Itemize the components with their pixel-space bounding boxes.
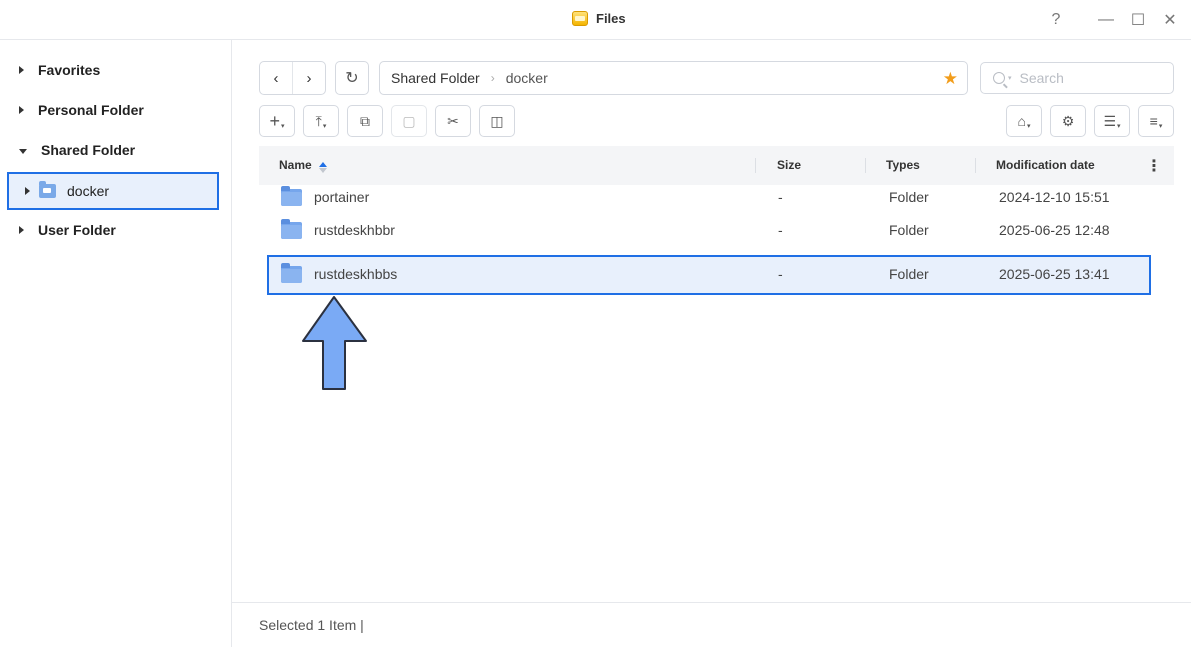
- status-text: Selected 1 Item |: [259, 617, 364, 633]
- row-size: -: [778, 222, 783, 238]
- search-icon: [993, 72, 1005, 84]
- more-actions-button[interactable]: ◫: [479, 105, 515, 137]
- column-header-types[interactable]: Types: [886, 158, 920, 172]
- chevron-down-icon[interactable]: ▾: [1008, 74, 1012, 82]
- caret-right-icon[interactable]: [19, 226, 24, 234]
- list-view-icon: ☰: [1103, 112, 1117, 129]
- back-button[interactable]: ‹: [260, 62, 293, 94]
- row-modified: 2025-06-25 12:48: [999, 222, 1110, 238]
- status-bar: Selected 1 Item |: [232, 602, 1191, 647]
- column-options-icon[interactable]: ⋮: [1146, 156, 1162, 176]
- tools-button[interactable]: ⌂ ▾: [1006, 105, 1042, 137]
- scissors-icon: ✂: [447, 112, 459, 129]
- row-name: portainer: [314, 189, 370, 205]
- breadcrumb[interactable]: Shared Folder › docker ★: [379, 61, 968, 95]
- chevron-down-icon: ▾: [322, 123, 327, 130]
- up-arrow-icon: [302, 296, 367, 390]
- sidebar-item-label: docker: [67, 183, 110, 199]
- row-modified: 2024-12-10 15:51: [999, 189, 1110, 205]
- row-type: Folder: [889, 266, 929, 282]
- row-type: Folder: [889, 189, 929, 205]
- sidebar-item-label: User Folder: [38, 222, 116, 238]
- search-input[interactable]: ▾ Search: [980, 62, 1174, 94]
- window-title: Files: [596, 11, 626, 26]
- copy-button[interactable]: ⧉: [347, 105, 383, 137]
- sidebar: Favorites Personal Folder Shared Folder …: [0, 40, 232, 647]
- search-placeholder: Search: [1019, 70, 1064, 86]
- row-modified: 2025-06-25 13:41: [999, 266, 1110, 282]
- caret-right-icon[interactable]: [25, 187, 30, 195]
- shared-folder-icon: [39, 181, 56, 198]
- cut-button[interactable]: ✂: [435, 105, 471, 137]
- actions-icon: ◫: [490, 112, 504, 129]
- help-icon[interactable]: ?: [1044, 8, 1068, 32]
- sidebar-item-docker[interactable]: docker: [7, 172, 219, 210]
- chevron-down-icon: ▾: [1026, 123, 1031, 130]
- sort-button[interactable]: ≡ ▾: [1138, 105, 1174, 137]
- maximize-icon[interactable]: ☐: [1126, 8, 1150, 32]
- copy-icon: ⧉: [360, 112, 370, 129]
- caret-down-icon[interactable]: [19, 148, 27, 154]
- chevron-down-icon: ▾: [281, 123, 285, 130]
- table-row[interactable]: rustdeskhbbr - Folder 2025-06-25 12:48: [259, 214, 1174, 247]
- create-button[interactable]: + ▾: [259, 105, 295, 137]
- title-bar: Files ? — ☐ ✕: [0, 0, 1191, 40]
- folder-icon: [281, 263, 302, 283]
- row-size: -: [778, 266, 783, 282]
- breadcrumb-docker[interactable]: docker: [506, 70, 548, 86]
- close-icon[interactable]: ✕: [1158, 8, 1182, 32]
- refresh-icon: ↻: [345, 70, 359, 87]
- chevron-down-icon: ▾: [1158, 123, 1163, 130]
- caret-right-icon[interactable]: [19, 66, 24, 74]
- chevron-down-icon: ▾: [1117, 123, 1121, 130]
- forward-button[interactable]: ›: [293, 62, 325, 94]
- window-title-group: Files: [572, 11, 626, 26]
- settings-button[interactable]: ⚙: [1050, 105, 1086, 137]
- sidebar-item-user-folder[interactable]: User Folder: [0, 210, 232, 250]
- table-row[interactable]: portainer - Folder 2024-12-10 15:51: [259, 181, 1174, 214]
- upload-icon: ⤒: [315, 112, 322, 129]
- sort-icon: ≡: [1149, 113, 1158, 129]
- sidebar-item-label: Shared Folder: [41, 142, 136, 158]
- row-size: -: [778, 189, 783, 205]
- row-type: Folder: [889, 222, 929, 238]
- column-header-size[interactable]: Size: [777, 158, 801, 172]
- caret-right-icon[interactable]: [19, 106, 24, 114]
- sidebar-item-label: Personal Folder: [38, 102, 144, 118]
- refresh-button[interactable]: ↻: [335, 61, 369, 95]
- column-divider[interactable]: [755, 158, 756, 173]
- folder-icon: [281, 186, 302, 206]
- plus-icon: +: [269, 110, 280, 131]
- minimize-icon[interactable]: —: [1094, 8, 1118, 32]
- paste-button[interactable]: ▢: [391, 105, 427, 137]
- files-app-icon: [572, 11, 588, 26]
- table-header: Name Size Types Modification date ⋮: [259, 146, 1174, 185]
- breadcrumb-separator-icon: ›: [490, 71, 495, 85]
- breadcrumb-shared-folder[interactable]: Shared Folder: [391, 70, 480, 86]
- upload-button[interactable]: ⤒ ▾: [303, 105, 339, 137]
- folder-icon: [281, 219, 302, 239]
- gear-icon: ⚙: [1061, 112, 1075, 129]
- briefcase-icon: ⌂: [1017, 113, 1026, 129]
- row-name: rustdeskhbbs: [314, 266, 398, 282]
- row-name: rustdeskhbbr: [314, 222, 395, 238]
- favorite-star-icon[interactable]: ★: [943, 69, 958, 89]
- column-divider[interactable]: [865, 158, 866, 173]
- paste-icon: ▢: [402, 112, 416, 129]
- column-divider[interactable]: [975, 158, 976, 173]
- view-mode-button[interactable]: ☰ ▾: [1094, 105, 1130, 137]
- main-panel: ‹ › ↻ Shared Folder › docker ★ ▾ Search …: [232, 40, 1191, 647]
- table-row-selected[interactable]: rustdeskhbbs - Folder 2025-06-25 13:41: [267, 255, 1151, 295]
- sidebar-item-favorites[interactable]: Favorites: [0, 50, 232, 90]
- column-header-label: Name: [279, 158, 312, 172]
- column-header-modification-date[interactable]: Modification date: [996, 158, 1095, 172]
- sidebar-item-shared-folder[interactable]: Shared Folder: [0, 130, 232, 170]
- sidebar-item-label: Favorites: [38, 62, 101, 78]
- sort-ascending-icon: [318, 162, 327, 173]
- sidebar-item-personal-folder[interactable]: Personal Folder: [0, 90, 232, 130]
- history-nav: ‹ ›: [259, 61, 326, 95]
- column-header-name[interactable]: Name: [279, 158, 327, 173]
